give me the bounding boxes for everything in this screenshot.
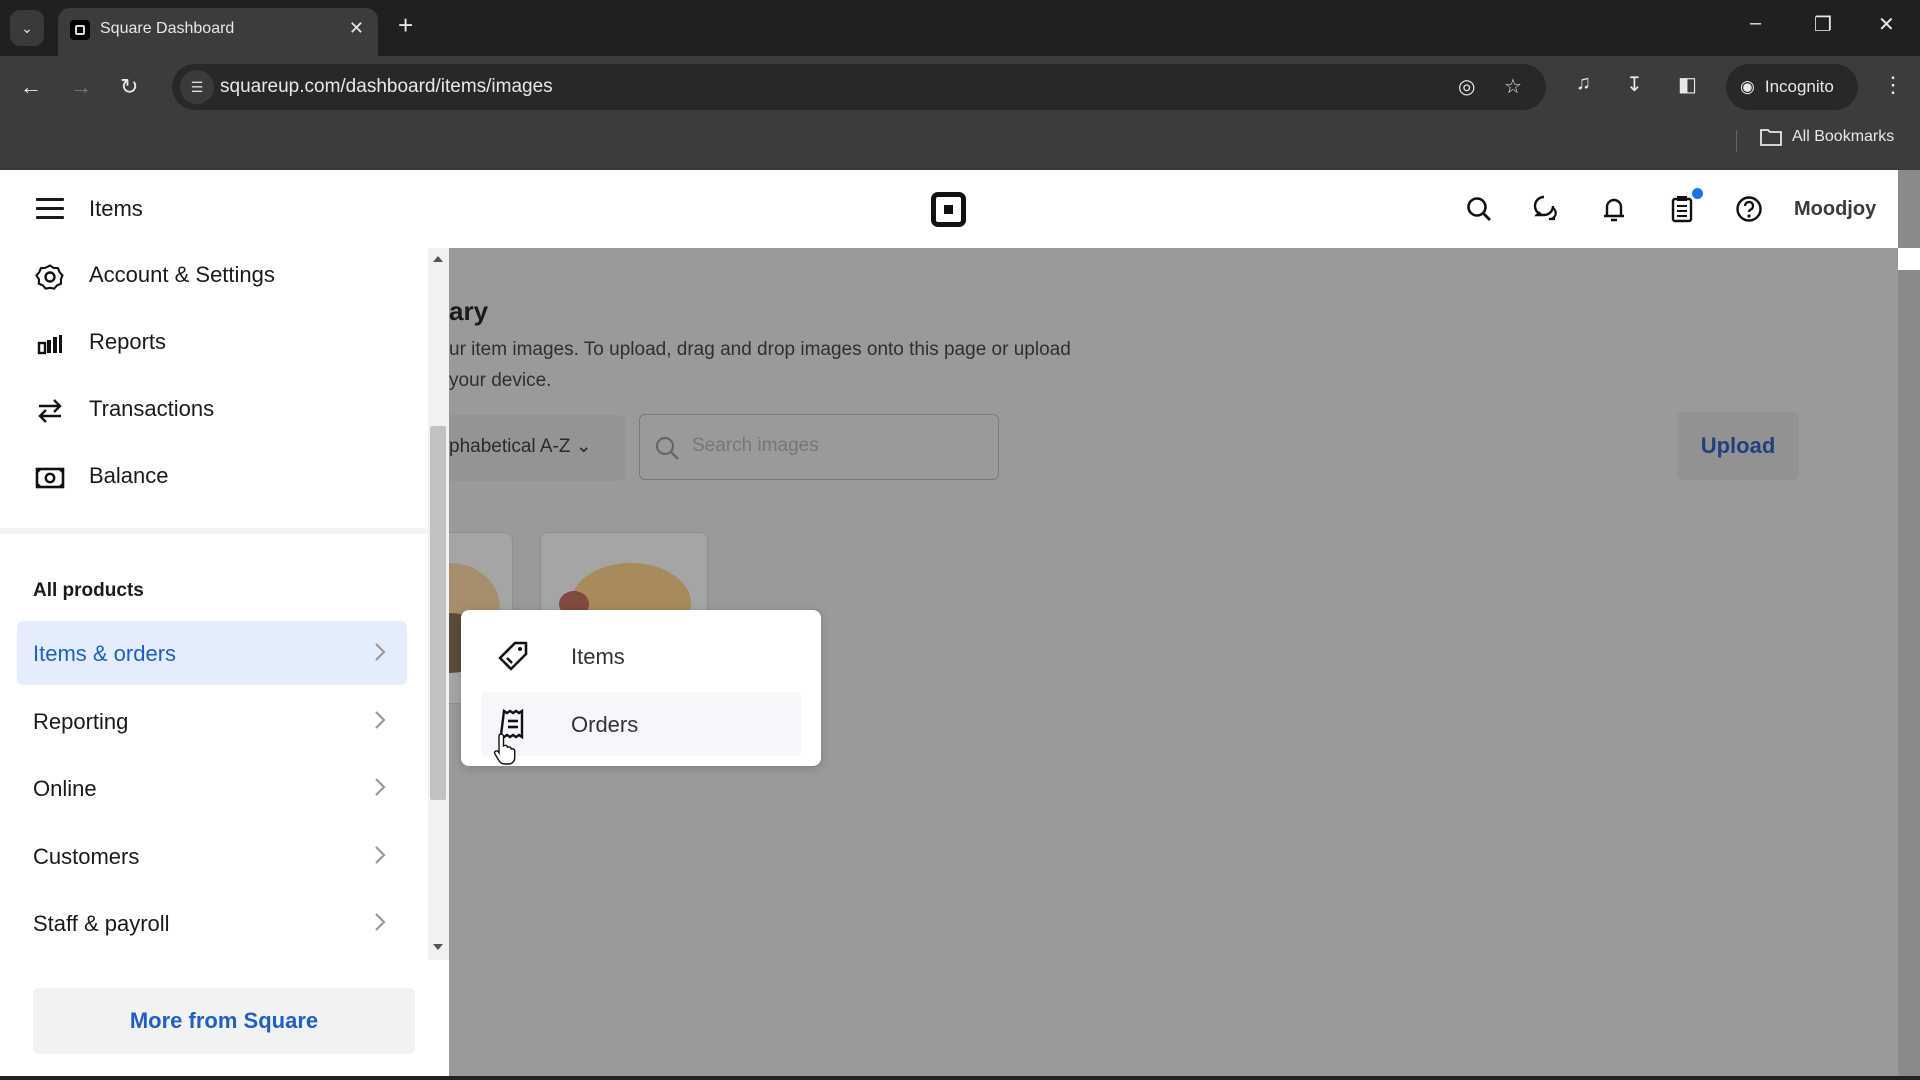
sidebar-item-customers[interactable]: Customers <box>17 824 407 888</box>
sidebar-item-label: Account & Settings <box>89 262 275 287</box>
browser-toolbar: ← → ↻ ☰ squareup.com/dashboard/items/ima… <box>0 56 1920 120</box>
eye-off-icon[interactable]: ◎ <box>1458 74 1475 99</box>
incognito-icon: ◉ <box>1740 77 1755 96</box>
folder-icon <box>1760 129 1782 146</box>
sidebar-section-title: All products <box>33 580 144 601</box>
sidebar-item-label: Staff & payroll <box>33 911 170 936</box>
sidebar-scrollbar-thumb[interactable] <box>430 426 446 800</box>
all-bookmarks-button[interactable]: All Bookmarks <box>1760 128 1894 146</box>
sidebar-item-items-orders[interactable]: Items & orders <box>17 621 407 685</box>
search-icon[interactable] <box>1464 194 1494 224</box>
page-title: ary <box>449 296 489 326</box>
hand-pointer-cursor-icon <box>493 733 516 765</box>
chevron-right-icon <box>375 643 386 661</box>
url-text[interactable]: squareup.com/dashboard/items/images <box>220 76 553 98</box>
address-bar[interactable]: ☰ squareup.com/dashboard/items/images ◎ … <box>172 64 1546 110</box>
sidebar-item-reporting[interactable]: Reporting <box>17 689 407 753</box>
bell-icon[interactable] <box>1599 194 1629 224</box>
sidebar-item-label: Items & orders <box>33 641 177 666</box>
flyout-item-label: Items <box>571 644 625 669</box>
sidebar-item-account-settings[interactable]: Account & Settings <box>0 248 420 304</box>
tab-search-button[interactable]: ⌄ <box>10 10 44 46</box>
header-title: Items <box>89 196 143 221</box>
description-line-2: your device. <box>449 370 552 391</box>
incognito-label: Incognito <box>1764 77 1834 96</box>
bottom-edge <box>0 1076 1920 1080</box>
scroll-up-arrow-icon[interactable] <box>433 256 443 262</box>
sidebar-item-label: Online <box>33 776 97 801</box>
close-window-icon[interactable]: ✕ <box>1878 12 1895 37</box>
more-from-square-button[interactable]: More from Square <box>33 988 415 1054</box>
sidebar-item-label: Transactions <box>89 396 215 421</box>
bookmarks-bar: All Bookmarks <box>0 120 1920 170</box>
help-icon[interactable] <box>1734 194 1764 224</box>
close-tab-icon[interactable]: ✕ <box>349 18 364 39</box>
upload-button[interactable]: Upload <box>1677 412 1799 480</box>
scroll-down-arrow-icon[interactable] <box>433 944 443 950</box>
messages-icon[interactable] <box>1531 194 1561 224</box>
page-scrollbar-thumb[interactable] <box>1898 248 1920 270</box>
app-header: Items Moodjoy <box>0 170 1898 248</box>
flyout-item-items[interactable]: Items <box>481 624 801 688</box>
side-panel-icon[interactable]: ◧ <box>1678 72 1697 97</box>
bar-chart-icon <box>37 335 62 355</box>
page-scrollbar[interactable] <box>1898 170 1920 1080</box>
sidebar-item-label: Balance <box>89 463 169 488</box>
new-tab-icon[interactable]: + <box>398 12 413 38</box>
sort-value: phabetical A-Z ⌄ <box>449 436 592 457</box>
sidebar-item-label: Reporting <box>33 709 129 734</box>
minimize-icon[interactable]: – <box>1750 12 1761 35</box>
media-control-icon[interactable]: ♫ <box>1576 72 1591 95</box>
notification-dot <box>1692 188 1703 199</box>
square-logo-icon[interactable] <box>931 192 966 227</box>
user-account-menu[interactable]: Moodjoy <box>1794 198 1876 221</box>
gear-icon <box>35 264 64 290</box>
sidebar-item-reports[interactable]: Reports <box>0 315 420 371</box>
description-line-1: ur item images. To upload, drag and drop… <box>449 339 1071 360</box>
page-description: ur item images. To upload, drag and drop… <box>449 334 1129 396</box>
sidebar-item-online[interactable]: Online <box>17 756 407 820</box>
restore-icon[interactable]: ❐ <box>1814 12 1832 37</box>
sidebar-item-label: Reports <box>89 329 167 354</box>
all-bookmarks-label: All Bookmarks <box>1792 128 1895 145</box>
hamburger-menu-icon[interactable] <box>36 198 64 220</box>
chevron-right-icon <box>375 711 386 729</box>
back-icon[interactable]: ← <box>20 74 42 100</box>
chevron-right-icon <box>375 846 386 864</box>
chevron-down-icon: ⌄ <box>21 19 33 36</box>
sidebar-item-transactions[interactable]: Transactions <box>0 382 420 438</box>
download-icon[interactable]: ↧ <box>1626 72 1643 97</box>
transfer-arrows-icon <box>38 399 62 423</box>
browser-tab[interactable]: Square Dashboard ✕ <box>58 8 378 56</box>
sidebar-item-staff-payroll[interactable]: Staff & payroll <box>17 891 407 955</box>
star-icon[interactable]: ☆ <box>1504 74 1522 99</box>
banknote-icon <box>35 467 65 489</box>
tag-icon <box>498 641 528 671</box>
site-info-icon[interactable]: ☰ <box>180 70 214 104</box>
flyout-item-orders[interactable]: Orders <box>481 692 801 756</box>
chevron-right-icon <box>375 778 386 796</box>
search-images-input[interactable]: Search images <box>639 414 999 480</box>
sidebar-navigation: Account & Settings Reports Transactions … <box>0 248 449 1080</box>
tab-title: Square Dashboard <box>100 20 235 37</box>
chevron-right-icon <box>375 913 386 931</box>
square-favicon-icon <box>70 20 90 40</box>
sidebar-item-balance[interactable]: Balance <box>0 449 420 505</box>
forward-icon[interactable]: → <box>70 74 92 100</box>
sidebar-item-label: Customers <box>33 844 140 869</box>
flyout-item-label: Orders <box>571 712 639 737</box>
square-dashboard-page: ary ur item images. To upload, drag and … <box>0 170 1920 1080</box>
bookmarks-divider <box>1736 130 1737 152</box>
search-placeholder: Search images <box>692 435 819 456</box>
sidebar-scrollbar[interactable] <box>428 248 449 960</box>
incognito-profile-button[interactable]: ◉ Incognito <box>1726 64 1858 110</box>
clipboard-icon[interactable] <box>1667 194 1697 224</box>
search-icon <box>655 436 679 460</box>
sidebar-divider <box>0 528 428 534</box>
chevron-down-icon: ⌄ <box>575 436 592 457</box>
sort-dropdown[interactable]: phabetical A-Z ⌄ <box>429 415 625 481</box>
reload-icon[interactable]: ↻ <box>120 74 138 100</box>
browser-tab-strip: ⌄ Square Dashboard ✕ + – ❐ ✕ <box>0 0 1920 56</box>
browser-menu-icon[interactable]: ⋮ <box>1882 72 1904 98</box>
